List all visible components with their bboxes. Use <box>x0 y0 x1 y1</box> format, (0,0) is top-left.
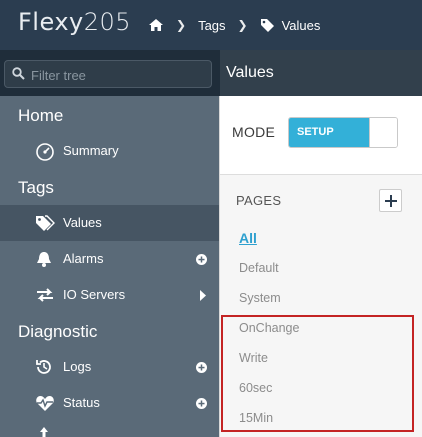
page-item-default[interactable]: Default <box>239 261 279 275</box>
page-title: Values <box>220 50 422 96</box>
filter-tree[interactable] <box>4 60 212 88</box>
page-item-all[interactable]: All <box>239 230 257 246</box>
plus-circle-icon[interactable] <box>196 397 207 412</box>
pages-label: PAGES <box>236 193 282 208</box>
gauge-icon <box>35 142 55 161</box>
sidebar-section-tags[interactable]: Tags <box>18 178 54 198</box>
upload-icon <box>35 427 55 437</box>
page-item-write[interactable]: Write <box>239 351 268 365</box>
sidebar-section-home[interactable]: Home <box>18 106 63 126</box>
bell-icon <box>35 250 55 268</box>
heartbeat-icon <box>35 394 55 412</box>
sidebar-section-diagnostic[interactable]: Diagnostic <box>18 322 97 342</box>
app-logo[interactable]: Flexy205 <box>18 8 131 36</box>
filter-tree-input[interactable] <box>29 64 208 86</box>
tags-icon <box>35 214 55 232</box>
page-item-60sec[interactable]: 60sec <box>239 381 272 395</box>
mode-toggle-label: SETUP <box>289 118 369 147</box>
sidebar-item-partial[interactable] <box>0 421 219 437</box>
page-item-system[interactable]: System <box>239 291 281 305</box>
breadcrumb-tags[interactable]: Tags <box>198 18 225 33</box>
sidebar-item-label: Status <box>63 395 100 410</box>
sidebar-item-summary[interactable]: Summary <box>0 133 219 169</box>
history-icon <box>35 358 55 376</box>
brand-model: 205 <box>83 8 132 36</box>
sidebar-item-io-servers[interactable]: IO Servers <box>0 277 219 313</box>
brand-name: Flexy <box>18 8 84 36</box>
chevron-right-icon: ❯ <box>237 18 248 32</box>
tags-icon <box>260 18 276 32</box>
sidebar-item-label: Alarms <box>63 251 104 266</box>
plus-circle-icon[interactable] <box>196 361 207 376</box>
plus-circle-icon[interactable] <box>196 253 207 268</box>
breadcrumb: ❯ Tags ❯ Values <box>148 15 320 35</box>
sidebar-item-logs[interactable]: Logs <box>0 349 219 385</box>
sidebar-item-values[interactable]: Values <box>0 205 219 241</box>
top-bar: Flexy205 ❯ Tags ❯ Values <box>0 0 422 50</box>
search-icon <box>12 67 25 85</box>
caret-right-icon[interactable] <box>199 289 207 304</box>
mode-toggle[interactable]: SETUP <box>288 117 398 148</box>
home-icon[interactable] <box>148 18 164 32</box>
add-page-button[interactable] <box>379 189 402 212</box>
chevron-right-icon: ❯ <box>176 18 187 32</box>
sidebar-item-label: Logs <box>63 359 92 374</box>
panel-divider <box>219 96 220 437</box>
mode-label: MODE <box>232 124 276 140</box>
sidebar-item-label: IO Servers <box>63 287 126 302</box>
sidebar-item-label: Values <box>63 215 102 230</box>
swap-arrows-icon <box>35 286 55 304</box>
sidebar-item-alarms[interactable]: Alarms <box>0 241 219 277</box>
sidebar-item-status[interactable]: Status <box>0 385 219 421</box>
page-item-15min[interactable]: 15Min <box>239 411 273 425</box>
sidebar-item-label: Summary <box>63 143 119 158</box>
mode-toggle-knob[interactable] <box>369 118 397 147</box>
page-item-onchange[interactable]: OnChange <box>239 321 299 335</box>
breadcrumb-values: Values <box>281 17 321 33</box>
